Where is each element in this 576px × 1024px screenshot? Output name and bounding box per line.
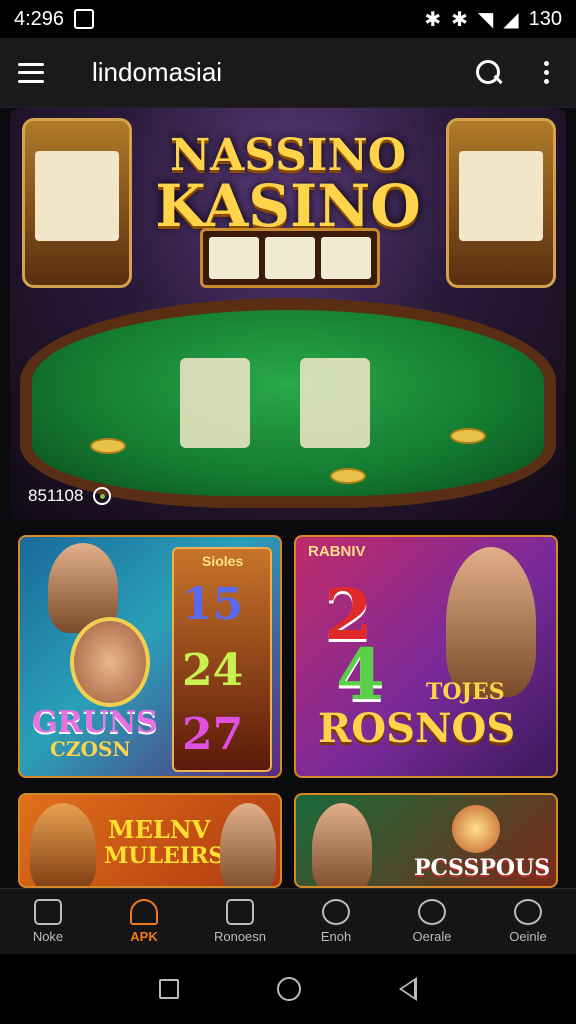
search-icon[interactable]	[474, 58, 504, 88]
app-bar: lindomasiai	[0, 38, 576, 108]
nav-item-oeinle[interactable]: Oeinle	[480, 889, 576, 954]
tile1-number: 27	[182, 709, 244, 760]
tile1-sub-text: CZOSN	[50, 737, 131, 761]
tile4-big-text: PCSSPOUS	[414, 855, 551, 881]
nav-label: Noke	[32, 929, 64, 944]
hero-footer-text: 851108	[28, 486, 84, 505]
character-image	[446, 547, 536, 697]
hero-footer: 851108	[28, 486, 112, 506]
nav-item-enoh[interactable]: Enoh	[288, 889, 384, 954]
dog-character-image	[30, 803, 96, 886]
more-options-icon[interactable]	[544, 61, 550, 84]
tile1-corner-text: Sioles	[202, 553, 244, 569]
slot-reels-image	[200, 228, 380, 288]
refresh-icon	[418, 899, 446, 925]
chip-image	[330, 468, 366, 484]
vibrate-icon: ✱	[451, 8, 468, 31]
tile2-big-text: ROSNOS	[318, 705, 516, 752]
game-tile-1[interactable]: GRUNS CZOSN Sioles 15 24 27	[18, 535, 282, 778]
game-tile-2[interactable]: RABNIV 2 4 TOJES ROSNOS	[294, 535, 558, 778]
tile1-big-text: GRUNS	[32, 705, 158, 740]
app-title: lindomasiai	[92, 57, 223, 87]
table-card-image	[300, 358, 370, 448]
number-panel: Sioles 15 24 27	[172, 547, 272, 772]
game-tile-4[interactable]: PCSSPOUS	[294, 793, 558, 888]
tile2-sub-text: TOJES	[426, 679, 505, 705]
system-navigation-bar	[0, 954, 576, 1024]
bluetooth-icon: ✱	[424, 8, 442, 31]
nav-label: Oeinle	[509, 929, 547, 944]
tile3-big-text: MELNV	[108, 815, 211, 844]
nav-item-apk[interactable]: APK	[96, 889, 192, 954]
tile1-number: 15	[182, 579, 244, 630]
game-tile-3[interactable]: MELNV MULEIRS	[18, 793, 282, 888]
hamburger-menu-icon[interactable]	[18, 62, 44, 83]
home-icon	[34, 899, 62, 925]
nav-item-home[interactable]: Noke	[0, 889, 96, 954]
hero-banner[interactable]: NASSINO KASINO 851108	[10, 108, 566, 520]
character-image	[220, 803, 276, 886]
tile3-sub-text: MULEIRS	[104, 843, 225, 869]
casino-table-image	[20, 298, 556, 508]
nav-label: Oerale	[412, 929, 452, 944]
roulette-icon	[452, 805, 500, 853]
recent-apps-icon[interactable]	[159, 979, 179, 999]
nav-item-ronoesn[interactable]: Ronoesn	[192, 889, 288, 954]
status-bar: 4:296 ✱ ✱ ◥ ◢ 130	[0, 0, 576, 38]
wifi-icon: ◥	[477, 8, 494, 31]
tile1-number: 24	[182, 645, 244, 696]
home-circle-icon[interactable]	[277, 977, 301, 1001]
chip-image	[450, 428, 486, 444]
tile2-number: 4	[336, 633, 385, 716]
clock-icon	[322, 899, 350, 925]
status-dot-icon	[93, 487, 112, 505]
back-icon[interactable]	[399, 977, 417, 1001]
nav-label: Ronoesn	[213, 929, 267, 944]
apk-icon	[130, 899, 158, 925]
character-portrait-image	[70, 617, 150, 707]
battery-text: 130	[528, 7, 562, 30]
status-time: 4:296	[14, 7, 65, 30]
bottom-navigation: Noke APK Ronoesn Enoh Oerale Oeinle	[0, 888, 576, 954]
signal-icon: ◢	[503, 8, 519, 31]
card-icon	[226, 899, 254, 925]
nav-label: Enoh	[320, 929, 352, 944]
nav-label: APK	[130, 929, 158, 944]
nav-item-oerale[interactable]: Oerale	[384, 889, 480, 954]
tile2-corner-text: RABNIV	[308, 543, 366, 560]
character-image	[312, 803, 372, 886]
search-icon	[514, 899, 542, 925]
chip-image	[90, 438, 126, 454]
notification-icon	[74, 9, 95, 29]
table-card-image	[180, 358, 250, 448]
